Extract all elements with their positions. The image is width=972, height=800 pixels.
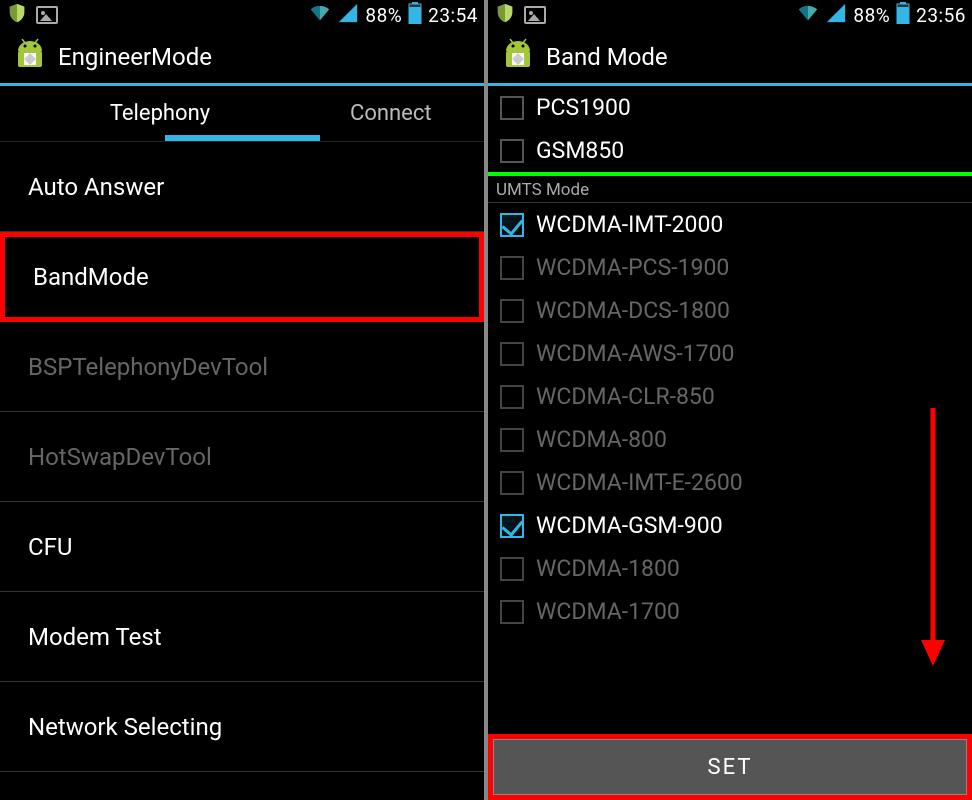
checkbox (500, 342, 524, 366)
menu-list[interactable]: Auto Answer BandMode BSPTelephonyDevTool Ho… (0, 142, 484, 800)
list-item[interactable]: CFU (0, 502, 484, 592)
clock: 23:54 (428, 4, 478, 27)
list-item[interactable]: Network Selecting (0, 682, 484, 772)
status-bar: 88% 23:54 (0, 0, 484, 30)
band-item: WCDMA-1700 (488, 590, 972, 633)
screen-engineer-mode: 88% 23:54 EngineerMode Telephony C (0, 0, 484, 800)
list-item: BSPTelephonyDevTool (0, 322, 484, 412)
page-title: EngineerMode (58, 43, 212, 71)
tab-indicator (165, 135, 320, 141)
checkbox (500, 471, 524, 495)
set-button[interactable]: SET (493, 739, 967, 795)
band-item[interactable]: WCDMA-GSM-900 (488, 504, 972, 547)
clock: 23:56 (916, 4, 966, 27)
tab-telephony[interactable]: Telephony (0, 86, 320, 141)
status-bar: 88% 23:56 (488, 0, 972, 30)
band-item-label: WCDMA-IMT-2000 (536, 211, 723, 238)
shield-icon (6, 2, 28, 29)
checkbox (500, 385, 524, 409)
list-item-label: Network Selecting (28, 713, 222, 741)
picture-icon (524, 6, 546, 24)
checkbox[interactable] (500, 96, 524, 120)
battery-percentage: 88% (853, 4, 890, 27)
band-item-label: WCDMA-1700 (536, 598, 680, 625)
checkbox (500, 299, 524, 323)
band-item-label: WCDMA-IMT-E-2600 (536, 469, 743, 496)
tab-label: Telephony (110, 101, 210, 126)
list-item: HotSwapDevTool (0, 412, 484, 502)
band-item-label: WCDMA-1800 (536, 555, 680, 582)
band-list-umts: WCDMA-IMT-2000 WCDMA-PCS-1900 WCDMA-DCS-18… (488, 203, 972, 734)
wifi-icon (309, 2, 331, 29)
list-item-label: BSPTelephonyDevTool (28, 353, 268, 381)
list-item-label: Modem Test (28, 623, 162, 651)
band-item-label: WCDMA-PCS-1900 (536, 254, 729, 281)
band-list-gsm: PCS1900 GSM850 (488, 86, 972, 172)
band-item: WCDMA-IMT-E-2600 (488, 461, 972, 504)
band-item[interactable]: PCS1900 (488, 86, 972, 129)
band-item-label: GSM850 (536, 137, 624, 164)
band-item[interactable]: GSM850 (488, 129, 972, 172)
wifi-icon (797, 2, 819, 29)
checkbox (500, 600, 524, 624)
shield-icon (494, 2, 516, 29)
android-icon (500, 37, 536, 77)
band-item[interactable]: WCDMA-IMT-2000 (488, 203, 972, 246)
section-header-umts: UMTS Mode (488, 176, 972, 203)
signal-icon (337, 2, 359, 29)
android-icon (12, 37, 48, 77)
list-item[interactable]: BandMode (0, 232, 484, 322)
band-item: WCDMA-DCS-1800 (488, 289, 972, 332)
band-item: WCDMA-CLR-850 (488, 375, 972, 418)
checkbox (500, 256, 524, 280)
band-item: WCDMA-1800 (488, 547, 972, 590)
tab-label: Connect (350, 101, 432, 126)
band-item-label: WCDMA-800 (536, 426, 667, 453)
signal-icon (825, 2, 847, 29)
band-item-label: WCDMA-DCS-1800 (536, 297, 730, 324)
battery-percentage: 88% (365, 4, 402, 27)
page-title: Band Mode (546, 43, 668, 71)
set-button-highlight: SET (488, 734, 972, 800)
band-item: WCDMA-AWS-1700 (488, 332, 972, 375)
list-item-label: BandMode (33, 263, 149, 291)
band-item: WCDMA-PCS-1900 (488, 246, 972, 289)
checkbox[interactable] (500, 514, 524, 538)
band-item-label: WCDMA-AWS-1700 (536, 340, 734, 367)
list-item-label: CFU (28, 533, 72, 561)
screen-band-mode: 88% 23:56 Band Mode PCS1900 GSM850 UMTS M… (488, 0, 972, 800)
action-bar: Band Mode (488, 30, 972, 86)
battery-icon (408, 2, 422, 29)
checkbox[interactable] (500, 213, 524, 237)
band-item: WCDMA-800 (488, 418, 972, 461)
band-item-label: WCDMA-GSM-900 (536, 512, 723, 539)
tab-bar: Telephony Connect (0, 86, 484, 142)
checkbox[interactable] (500, 139, 524, 163)
list-item[interactable]: Auto Answer (0, 142, 484, 232)
list-item-label: HotSwapDevTool (28, 443, 212, 471)
band-item-label: PCS1900 (536, 94, 631, 121)
checkbox (500, 557, 524, 581)
tab-connectivity[interactable]: Connect (320, 86, 484, 141)
action-bar: EngineerMode (0, 30, 484, 86)
list-item[interactable]: Modem Test (0, 592, 484, 682)
battery-icon (896, 2, 910, 29)
picture-icon (36, 6, 58, 24)
band-item-label: WCDMA-CLR-850 (536, 383, 715, 410)
set-button-label: SET (708, 755, 753, 780)
checkbox (500, 428, 524, 452)
list-item-label: Auto Answer (28, 173, 164, 201)
